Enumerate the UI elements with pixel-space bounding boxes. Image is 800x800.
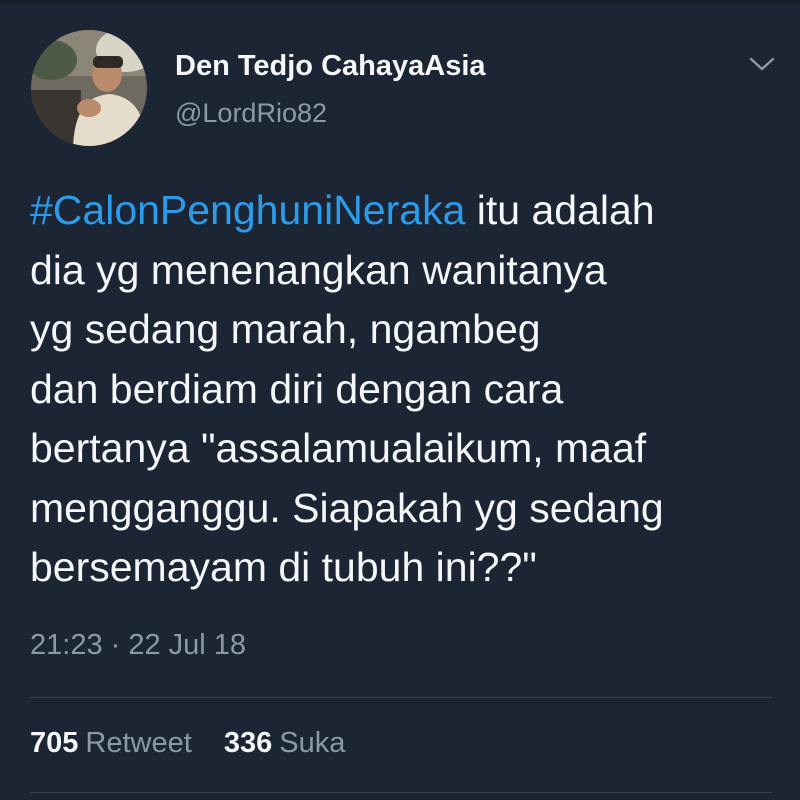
avatar[interactable]: [31, 30, 147, 146]
avatar-photo: [31, 30, 147, 146]
tweet-line-text: itu adalah: [465, 187, 655, 233]
author-handle[interactable]: @LordRio82: [175, 98, 327, 129]
top-edge: [0, 0, 800, 4]
retweet-count: 705: [30, 727, 79, 759]
chevron-down-icon[interactable]: [748, 54, 776, 74]
author-display-name[interactable]: Den Tedjo CahayaAsia: [175, 50, 486, 83]
hashtag-link[interactable]: #CalonPenghuniNeraka: [30, 187, 465, 233]
like-label: Suka: [279, 727, 346, 759]
tweet-stats: 705 Retweet 336 Suka: [30, 727, 345, 760]
tweet-timestamp[interactable]: 21:23 · 22 Jul 18: [30, 629, 246, 662]
tweet-line: mengganggu. Siapakah yg sedang: [30, 484, 664, 531]
tweet-text: #CalonPenghuniNeraka itu adalah dia yg m…: [30, 181, 782, 598]
retweet-count-link[interactable]: 705 Retweet: [30, 727, 192, 760]
like-count: 336: [223, 727, 273, 759]
like-count-link[interactable]: 336 Suka: [224, 727, 346, 760]
tweet-line: yg sedang marah, ngambeg: [30, 306, 541, 352]
retweet-label: Retweet: [85, 727, 192, 759]
tweet-line: bertanya "assalamualaikum, maaf: [30, 425, 647, 471]
tweet-line: dia yg menenangkan wanitanya: [30, 246, 607, 293]
divider: [30, 792, 772, 793]
tweet-line: dan berdiam diri dengan cara: [30, 365, 564, 412]
tweet-line: #CalonPenghuniNeraka itu adalah: [30, 181, 782, 241]
tweet-line: bersemayam di tubuh ini??": [30, 544, 537, 590]
divider: [30, 697, 772, 698]
